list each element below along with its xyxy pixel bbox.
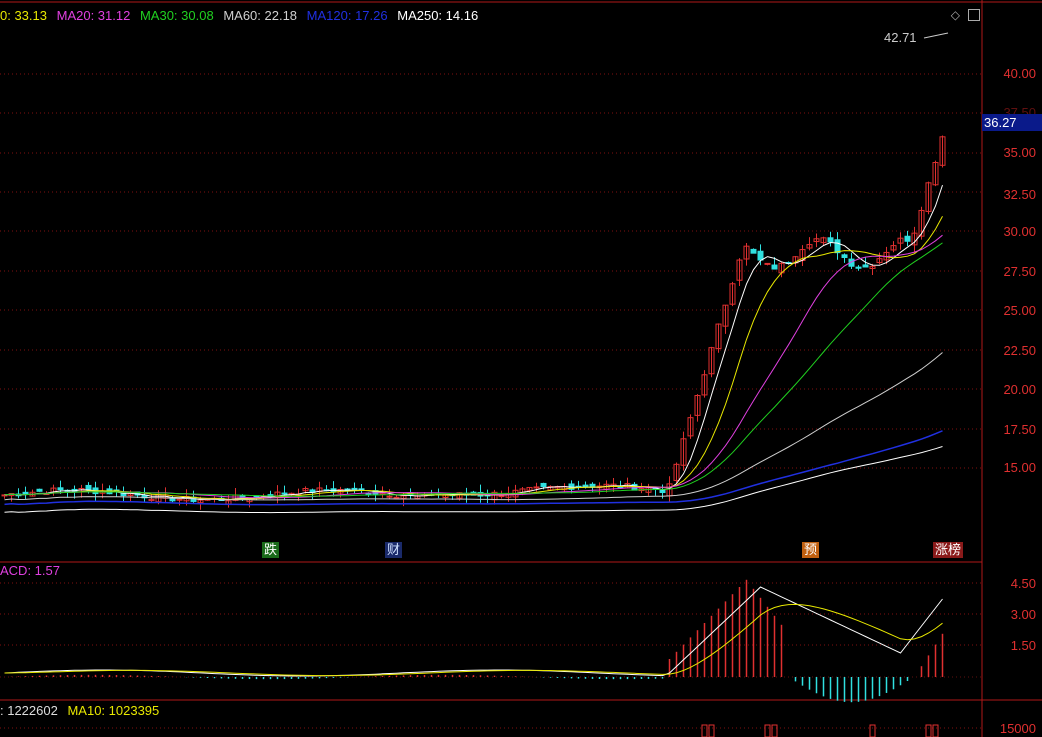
candle-down xyxy=(57,487,64,491)
candle-down xyxy=(85,484,92,491)
candle-down xyxy=(771,264,778,270)
event-marker-forecast[interactable]: 预 xyxy=(802,542,820,558)
ma20-line xyxy=(4,234,943,499)
ma5-line xyxy=(4,184,943,501)
ma30-legend: MA30: 30.08 xyxy=(139,8,214,23)
candle-up xyxy=(764,262,771,265)
candle-down xyxy=(281,492,288,495)
candle-down xyxy=(855,266,862,269)
volume-bar xyxy=(764,724,771,737)
volume-bar xyxy=(925,724,932,737)
candle-down xyxy=(36,488,43,492)
candle-up xyxy=(176,498,183,501)
candle-up xyxy=(386,495,393,498)
candle-down xyxy=(757,250,764,261)
price-tick: 17.50 xyxy=(1003,422,1036,437)
ma30-line xyxy=(4,242,943,497)
event-marker-finance[interactable]: 财 xyxy=(385,542,403,558)
window-toggle-icon[interactable] xyxy=(968,9,980,21)
price-tick: 40.00 xyxy=(1003,66,1036,81)
macd-tick: 4.50 xyxy=(1010,576,1036,591)
volume-bar xyxy=(869,724,876,737)
volume-bar xyxy=(932,724,939,737)
volume-tick: 15000 xyxy=(999,721,1036,736)
price-tick: 22.50 xyxy=(1003,343,1036,358)
chart-toolbar: ◇ xyxy=(951,9,980,21)
volume-value: : 1222602 xyxy=(0,703,58,718)
candle-down xyxy=(351,487,358,490)
event-marker-top-list[interactable]: 涨榜 xyxy=(933,542,964,558)
price-tick: 20.00 xyxy=(1003,382,1036,397)
macd-tick: 1.50 xyxy=(1010,638,1036,653)
price-tick: 25.00 xyxy=(1003,303,1036,318)
candle-down xyxy=(834,239,841,254)
price-tick: 30.00 xyxy=(1003,224,1036,239)
volume-bar xyxy=(771,724,778,737)
high-arrow xyxy=(923,32,949,39)
ma10-legend: 0: 33.13 xyxy=(0,8,47,23)
ma120-legend: MA120: 17.26 xyxy=(306,8,388,23)
candle-down xyxy=(659,489,666,494)
volume-bar xyxy=(701,724,708,737)
volume-bar xyxy=(708,724,715,737)
ma-legend: 0: 33.13 MA20: 31.12 MA30: 30.08 MA60: 2… xyxy=(0,8,484,23)
price-tick: 35.00 xyxy=(1003,145,1036,160)
candle-down xyxy=(827,237,834,243)
stock-chart[interactable] xyxy=(0,0,1042,737)
candle-down xyxy=(904,235,911,242)
ma60-legend: MA60: 22.18 xyxy=(223,8,298,23)
price-tick: 32.50 xyxy=(1003,187,1036,202)
high-price-label: 42.71 xyxy=(884,30,917,45)
candle-down xyxy=(862,264,869,268)
volume-legend: : 1222602 MA10: 1023395 xyxy=(0,703,159,718)
macd-dif-line xyxy=(4,586,943,677)
macd-legend: ACD: 1.57 xyxy=(0,563,60,578)
price-tick: 27.50 xyxy=(1003,264,1036,279)
ma250-legend: MA250: 14.16 xyxy=(397,8,479,23)
diamond-icon[interactable]: ◇ xyxy=(951,9,960,21)
candle-up xyxy=(533,486,540,489)
candle-up xyxy=(393,496,400,499)
ma10-line xyxy=(4,215,943,500)
candle-up xyxy=(498,495,505,498)
candle-down xyxy=(582,484,589,487)
candle-down xyxy=(841,254,848,258)
price-tick: 15.00 xyxy=(1003,460,1036,475)
ma20-legend: MA20: 31.12 xyxy=(56,8,131,23)
event-marker-fall[interactable]: 跌 xyxy=(262,542,280,558)
current-price-label: 36.27 xyxy=(982,114,1042,131)
candle-down xyxy=(169,498,176,502)
macd-dea-line xyxy=(4,603,943,677)
candle-down xyxy=(750,248,757,254)
candle-down xyxy=(22,491,29,495)
volume-ma10: MA10: 1023395 xyxy=(67,703,160,718)
macd-tick: 3.00 xyxy=(1010,607,1036,622)
ma60-line xyxy=(4,352,943,501)
candle-down xyxy=(540,482,547,488)
